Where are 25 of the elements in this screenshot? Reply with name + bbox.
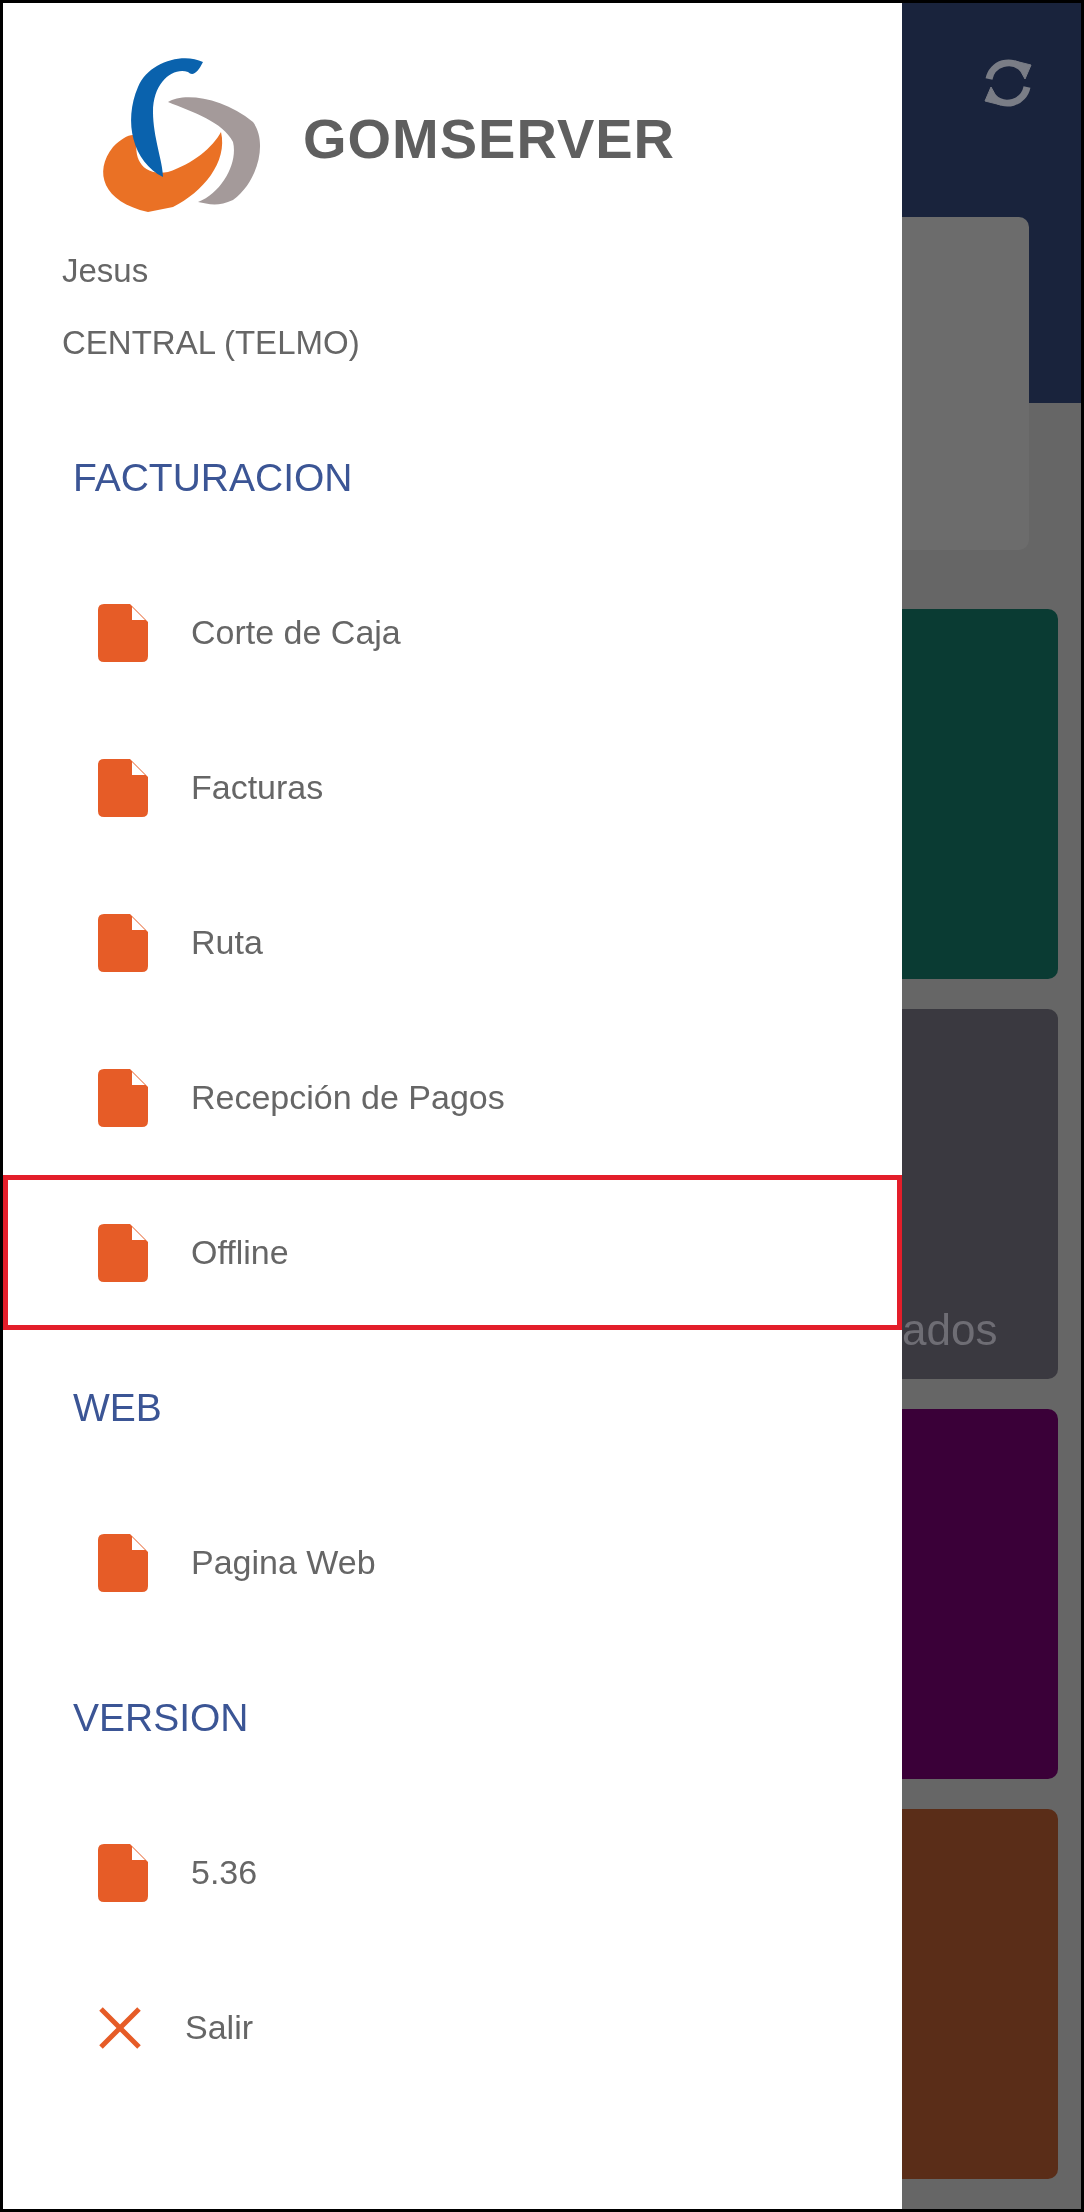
- menu-item[interactable]: Recepción de Pagos: [3, 1020, 902, 1175]
- menu-item[interactable]: Ruta: [3, 865, 902, 1020]
- brand-name: GOMSERVER: [303, 105, 676, 171]
- tile-card[interactable]: [902, 1809, 1058, 2179]
- tile-card[interactable]: [902, 1409, 1058, 1779]
- menu-item[interactable]: Pagina Web: [3, 1485, 902, 1640]
- menu-item[interactable]: Salir: [3, 1950, 902, 2105]
- menu-item[interactable]: Facturas: [3, 710, 902, 865]
- document-icon: [98, 1068, 148, 1127]
- document-icon: [98, 1533, 148, 1592]
- user-name: Jesus: [62, 251, 150, 291]
- document-icon: [98, 603, 148, 662]
- document-icon: [98, 913, 148, 972]
- section-heading: VERSION: [72, 1694, 250, 1741]
- document-icon: [98, 758, 148, 817]
- menu-item[interactable]: Offline: [3, 1175, 902, 1330]
- menu-item[interactable]: Corte de Caja: [3, 555, 902, 710]
- close-icon: [98, 2005, 142, 2050]
- tile-card[interactable]: [902, 609, 1058, 979]
- section-heading: WEB: [72, 1384, 163, 1431]
- document-icon: [98, 1843, 148, 1902]
- document-icon: [98, 1223, 148, 1282]
- menu-item[interactable]: 5.36: [3, 1795, 902, 1950]
- section-heading: FACTURACION: [72, 454, 354, 501]
- branch-name: CENTRAL (TELMO): [62, 323, 361, 363]
